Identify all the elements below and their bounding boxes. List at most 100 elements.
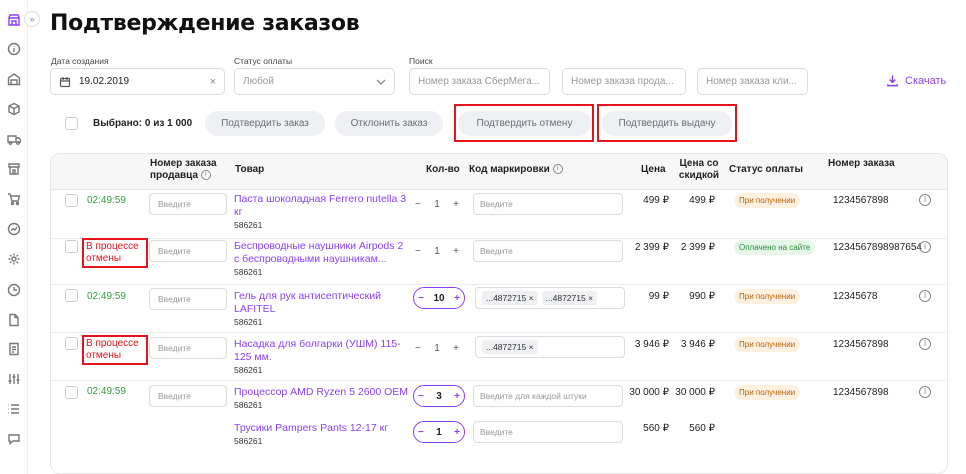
order-number: 12345678: [833, 291, 878, 302]
document-icon[interactable]: [7, 313, 21, 327]
download-button[interactable]: Скачать: [886, 74, 946, 87]
report-icon[interactable]: [7, 342, 21, 356]
product-link[interactable]: Паста шоколадная Ferrero nutella 3 кг: [234, 193, 409, 219]
marking-code-input[interactable]: Введите для каждой штуки: [473, 385, 623, 407]
discount-price: 3 946 ₽: [680, 339, 715, 350]
info-icon[interactable]: i: [200, 170, 211, 181]
plus-icon: +: [453, 198, 459, 210]
store-icon[interactable]: [7, 13, 21, 27]
timer: 02:49:59: [87, 291, 126, 302]
search-sbermega-order-input[interactable]: Номер заказа СберМега...: [409, 68, 550, 95]
seller-order-input[interactable]: Введите: [149, 193, 227, 215]
row-info-icon[interactable]: i: [919, 386, 931, 398]
plus-icon: +: [454, 390, 460, 402]
search-seller-order-input[interactable]: Номер заказа прода...: [562, 68, 686, 95]
quantity-stepper[interactable]: −3 +: [413, 385, 465, 407]
row-checkbox[interactable]: [65, 289, 78, 302]
product-cell: Процессор AMD Ryzen 5 2600 OEM 586261: [234, 386, 409, 410]
product-link[interactable]: Трусики Pampers Pants 12-17 кг: [234, 422, 409, 435]
discount-price: 990 ₽: [689, 291, 715, 302]
date-value: 19.02.2019: [79, 76, 130, 87]
quantity-stepper[interactable]: −1 +: [411, 193, 463, 215]
row-checkbox[interactable]: [65, 240, 78, 253]
row-divider: [51, 238, 947, 239]
remove-chip-icon[interactable]: ×: [588, 293, 593, 303]
selection-counter: Выбрано: 0 из 1 000: [93, 118, 193, 129]
discount-price: 2 399 ₽: [680, 242, 715, 253]
sidebar-expand-button[interactable]: »: [24, 11, 40, 27]
payment-status-badge: При получении: [734, 193, 801, 208]
plus-icon: +: [453, 342, 459, 354]
row-info-icon[interactable]: i: [919, 194, 931, 206]
marking-code-input[interactable]: Введите: [473, 240, 623, 262]
product-cell: Паста шоколадная Ferrero nutella 3 кг 58…: [234, 193, 409, 230]
settings-icon[interactable]: [7, 252, 21, 266]
remove-chip-icon[interactable]: ×: [529, 293, 534, 303]
seller-order-input[interactable]: Введите: [149, 337, 227, 359]
timer: 02:49:59: [87, 195, 126, 206]
discount-price: 499 ₽: [689, 195, 715, 206]
quantity-stepper[interactable]: −1 +: [411, 337, 463, 359]
product-link[interactable]: Беспроводные наушники Airpods 2 с беспро…: [234, 240, 409, 266]
search-client-order-input[interactable]: Номер заказа кли...: [697, 68, 808, 95]
row-info-icon[interactable]: i: [919, 290, 931, 302]
quantity-stepper[interactable]: −10 +: [413, 287, 465, 309]
seller-order-input[interactable]: Введите: [149, 240, 227, 262]
clear-icon[interactable]: ×: [210, 76, 216, 88]
plus-icon: +: [454, 426, 460, 438]
cart-icon[interactable]: [7, 192, 21, 206]
seller-order-input[interactable]: Введите: [149, 288, 227, 310]
order-number: 1234567898: [833, 195, 889, 206]
row-checkbox[interactable]: [65, 194, 78, 207]
date-field[interactable]: 19.02.2019 ×: [50, 68, 225, 95]
product-link[interactable]: Насадка для болгарки (УШМ) 115-125 мм.: [234, 338, 409, 364]
product-sku: 586261: [234, 267, 263, 277]
calendar-icon: [59, 76, 71, 88]
list-icon[interactable]: [7, 402, 21, 416]
col-discount-price: Цена со скидкой: [678, 158, 720, 181]
product-cell: Насадка для болгарки (УШМ) 115-125 мм. 5…: [234, 338, 409, 375]
minus-icon: −: [415, 198, 421, 210]
info-icon[interactable]: i: [552, 164, 563, 175]
reject-order-button[interactable]: Отклонить заказ: [335, 111, 443, 136]
product-link[interactable]: Гель для рук антисептический LAFITEL: [234, 290, 409, 316]
row-info-icon[interactable]: i: [919, 241, 931, 253]
marking-code-input[interactable]: Введите: [473, 193, 623, 215]
row-checkbox[interactable]: [65, 337, 78, 350]
row-divider: [51, 284, 947, 285]
quantity-stepper[interactable]: −1 +: [411, 240, 463, 262]
marking-code-input[interactable]: Введите: [473, 421, 623, 443]
info-icon[interactable]: [7, 42, 21, 56]
marking-code-chip: ...4872715 ×: [541, 291, 598, 305]
product-sku: 586261: [234, 220, 263, 230]
quantity-stepper[interactable]: −1 +: [413, 421, 465, 443]
row-info-icon[interactable]: i: [919, 338, 931, 350]
cancel-status: В процессе отмены: [82, 238, 148, 268]
payment-status-badge: Оплачено на сайте: [734, 240, 816, 255]
analytics-icon[interactable]: [7, 222, 21, 236]
confirm-order-button[interactable]: Подтвердить заказ: [205, 111, 325, 136]
product-link[interactable]: Процессор AMD Ryzen 5 2600 OEM: [234, 386, 409, 399]
box-icon[interactable]: [7, 102, 21, 116]
remove-chip-icon[interactable]: ×: [529, 342, 534, 352]
row-checkbox[interactable]: [65, 386, 78, 399]
select-all-checkbox[interactable]: [65, 117, 78, 130]
truck-icon[interactable]: [7, 132, 21, 146]
product-sku: 586261: [234, 317, 263, 327]
col-product: Товар: [235, 164, 265, 175]
chat-icon[interactable]: [7, 432, 21, 446]
product-sku: 586261: [234, 400, 263, 410]
shop-icon[interactable]: [7, 162, 21, 176]
seller-order-input[interactable]: Введите: [149, 385, 227, 407]
product-cell: Гель для рук антисептический LAFITEL 586…: [234, 290, 409, 327]
filters-icon[interactable]: [7, 372, 21, 386]
highlight-box: [454, 104, 594, 142]
download-label: Скачать: [905, 74, 947, 87]
col-order-number: Номер заказа: [828, 158, 895, 169]
payment-status-select[interactable]: Любой: [234, 68, 395, 95]
marking-code-input[interactable]: ...4872715 ×: [475, 336, 625, 358]
warehouse-icon[interactable]: [7, 72, 21, 86]
clock-icon[interactable]: [7, 283, 21, 297]
minus-icon: −: [418, 292, 424, 304]
marking-code-input[interactable]: ...4872715 × ...4872715 ×: [475, 287, 625, 309]
